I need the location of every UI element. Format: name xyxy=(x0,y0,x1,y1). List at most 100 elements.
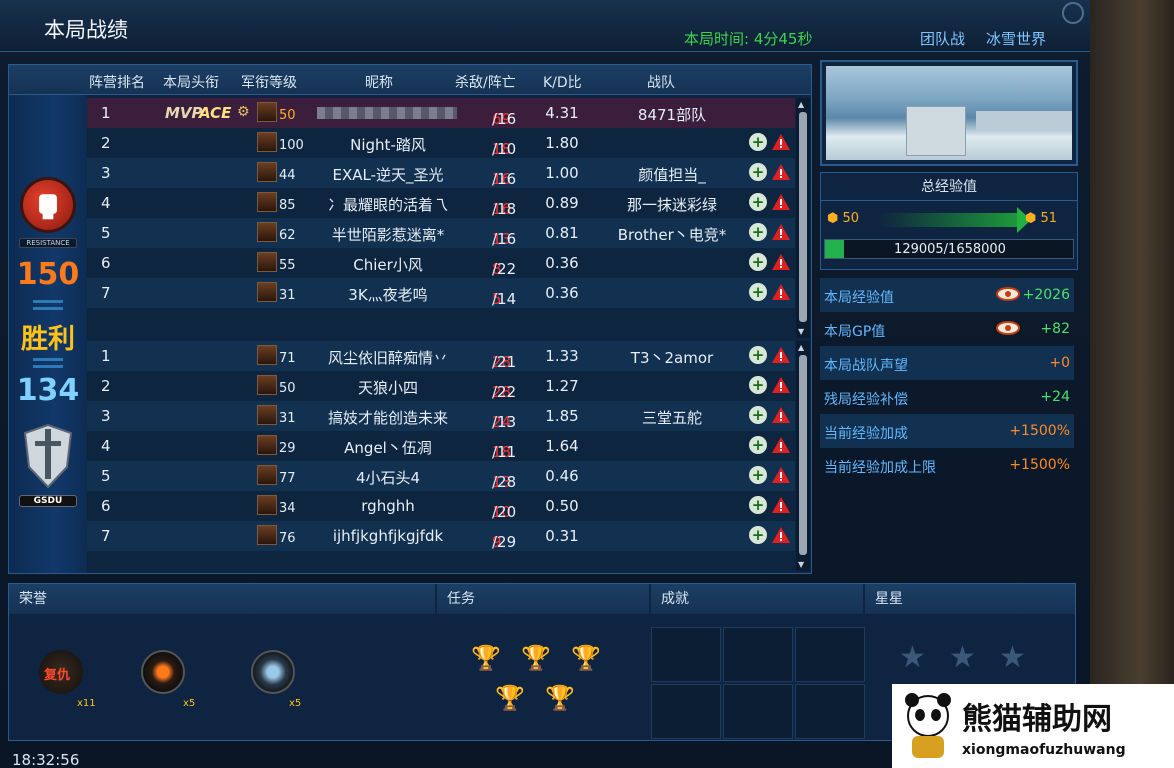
scroll-up-icon[interactable]: ▲ xyxy=(798,343,804,352)
player-clan: 8471部队 xyxy=(637,106,707,124)
report-warning-icon[interactable] xyxy=(771,193,791,211)
add-friend-icon[interactable]: + xyxy=(749,283,767,301)
player-row[interactable]: 1 71 风尘依旧醉痴情丷 28/21 1.33 T3丶2amor + xyxy=(87,341,795,371)
player-row[interactable]: 3 44 EXAL-逆天_圣光 16/16 1.00 颜值担当_ + xyxy=(87,158,795,188)
report-warning-icon[interactable] xyxy=(771,253,791,271)
level-arrow xyxy=(879,213,1019,227)
report-warning-icon[interactable] xyxy=(771,526,791,544)
player-nickname: 搞妓才能创造未来 xyxy=(327,409,448,427)
report-warning-icon[interactable] xyxy=(771,496,791,514)
add-friend-icon[interactable]: + xyxy=(749,436,767,454)
player-nickname: Chier小风 xyxy=(353,256,423,274)
military-rank-icon xyxy=(257,282,277,302)
player-nickname: 冫最耀眼的活着乁 xyxy=(327,196,448,214)
player-rank: 1 xyxy=(101,104,111,122)
col-titles: 本局头衔 xyxy=(163,75,219,91)
clock: 18:32:56 xyxy=(12,751,80,768)
military-rank-icon xyxy=(257,375,277,395)
achievements-header: 成就 xyxy=(651,584,863,614)
blurred-nickname xyxy=(317,107,457,119)
report-warning-icon[interactable] xyxy=(771,283,791,301)
close-icon[interactable] xyxy=(1062,2,1084,24)
player-row[interactable]: 6 55 Chier小风 8/22 0.36 + xyxy=(87,248,795,278)
player-clan: 三堂五舵 xyxy=(641,409,702,427)
deaths: /16 xyxy=(492,110,517,128)
trophy-icon: 🏆 xyxy=(521,644,551,672)
player-row[interactable]: 2 100 Night-踏风 18/10 1.80 + xyxy=(87,128,795,158)
player-clan: T3丶2amor xyxy=(630,349,714,367)
add-friend-icon[interactable]: + xyxy=(749,406,767,424)
explosive-medal-icon[interactable] xyxy=(141,650,185,694)
player-row[interactable]: 4 85 冫最耀眼的活着乁 16/18 0.89 那一抹迷彩绿 + xyxy=(87,188,795,218)
player-row[interactable]: 7 76 ijhfjkghfjkgjfdk 9/29 0.31 + xyxy=(87,521,795,551)
add-friend-icon[interactable]: + xyxy=(749,133,767,151)
scroll-down-icon[interactable]: ▼ xyxy=(798,560,804,569)
report-warning-icon[interactable] xyxy=(771,346,791,364)
report-warning-icon[interactable] xyxy=(771,163,791,181)
report-warning-icon[interactable] xyxy=(771,133,791,151)
revenge-medal-icon[interactable]: 复仇 xyxy=(39,650,83,694)
tasks-header: 任务 xyxy=(437,584,649,614)
col-rank: 阵营排名 xyxy=(89,75,145,91)
map-structure xyxy=(906,106,966,156)
military-rank-icon xyxy=(257,465,277,485)
background-scene xyxy=(1090,0,1174,768)
to-level: ⬢ 51 xyxy=(1025,211,1058,226)
from-level: ⬢ 50 xyxy=(827,211,860,226)
mvp-title-icon: MVP xyxy=(165,104,203,122)
player-rank: 6 xyxy=(101,497,111,515)
scroll-thumb[interactable] xyxy=(799,112,807,322)
add-friend-icon[interactable]: + xyxy=(749,163,767,181)
player-row[interactable]: 4 29 Angel丶伍凋 18/11 1.64 + xyxy=(87,431,795,461)
col-military-rank: 军衔等级 xyxy=(241,75,297,91)
column-headers: 阵营排名 本局头衔 军衔等级 昵称 杀敌/阵亡 K/D比 战队 xyxy=(9,65,811,95)
scoreboard-panel: 阵营排名 本局头衔 军衔等级 昵称 杀敌/阵亡 K/D比 战队 RESISTAN… xyxy=(8,64,812,574)
medal-count: x11 xyxy=(77,698,96,709)
report-warning-icon[interactable] xyxy=(771,466,791,484)
col-kills-deaths: 杀敌/阵亡 xyxy=(455,75,516,91)
trophy-icon: 🏆 xyxy=(471,644,501,672)
add-friend-icon[interactable]: + xyxy=(749,193,767,211)
scroll-thumb[interactable] xyxy=(799,355,807,555)
page-title: 本局战绩 xyxy=(44,18,128,42)
add-friend-icon[interactable]: + xyxy=(749,253,767,271)
player-rank: 4 xyxy=(101,194,111,212)
player-row[interactable]: 6 34 rghghh 10/20 0.50 + xyxy=(87,491,795,521)
player-nickname: 风尘依旧醉痴情丷 xyxy=(327,349,448,367)
add-friend-icon[interactable]: + xyxy=(749,526,767,544)
add-friend-icon[interactable]: + xyxy=(749,466,767,484)
military-rank-icon xyxy=(257,102,277,122)
deaths: /16 xyxy=(492,230,517,248)
scroll-up-icon[interactable]: ▲ xyxy=(798,100,804,109)
report-warning-icon[interactable] xyxy=(771,376,791,394)
player-row[interactable]: 5 77 4小石头4 13/28 0.46 + xyxy=(87,461,795,491)
gear-medal-icon[interactable] xyxy=(251,650,295,694)
player-row[interactable]: 2 50 天狼小四 28/22 1.27 + xyxy=(87,371,795,401)
team1-scrollbar[interactable]: ▲ ▼ xyxy=(796,98,810,338)
report-warning-icon[interactable] xyxy=(771,406,791,424)
add-friend-icon[interactable]: + xyxy=(749,223,767,241)
player-row[interactable]: 5 62 半世陌影惹迷离* 13/16 0.81 Brother丶电竞* + xyxy=(87,218,795,248)
player-row[interactable]: 3 31 搞妓才能创造未来 24/13 1.85 三堂五舵 + xyxy=(87,401,795,431)
revenge-medal-text: 复仇 xyxy=(44,668,71,683)
reward-row: 残局经验补偿 +24 xyxy=(820,380,1074,414)
player-row[interactable]: 7 31 3K灬夜老鸣 5/14 0.36 + xyxy=(87,278,795,308)
panda-logo-icon xyxy=(905,693,951,758)
gp-icon xyxy=(996,287,1020,301)
add-friend-icon[interactable]: + xyxy=(749,376,767,394)
kd-ratio: 1.64 xyxy=(545,437,579,455)
team2-scrollbar[interactable]: ▲ ▼ xyxy=(796,341,810,571)
player-row[interactable]: 1 MVP ACE ⚙ 50 69/16 4.31 8471部队 xyxy=(87,98,795,128)
team2-label: GSDU xyxy=(19,495,77,507)
player-rank: 3 xyxy=(101,164,111,182)
achievement-slot xyxy=(651,684,721,739)
report-warning-icon[interactable] xyxy=(771,436,791,454)
result-label: 胜利 xyxy=(21,324,75,355)
scroll-down-icon[interactable]: ▼ xyxy=(798,327,804,336)
report-warning-icon[interactable] xyxy=(771,223,791,241)
military-rank-icon xyxy=(257,435,277,455)
add-friend-icon[interactable]: + xyxy=(749,496,767,514)
achievement-slot xyxy=(651,627,721,682)
add-friend-icon[interactable]: + xyxy=(749,346,767,364)
star-icon: ★ xyxy=(949,640,976,675)
